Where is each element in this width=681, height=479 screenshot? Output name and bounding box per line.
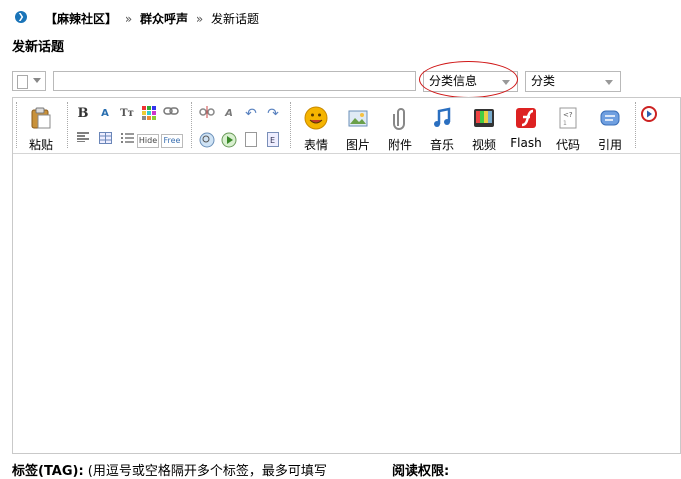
font-size-icon[interactable]: Tт: [119, 106, 135, 122]
video-button[interactable]: 视频: [466, 106, 502, 153]
page-icon[interactable]: [243, 132, 259, 148]
media-player-icon[interactable]: [641, 106, 657, 122]
code-label: 代码: [555, 138, 580, 152]
paste-button[interactable]: 粘贴: [23, 106, 59, 153]
toolbar-divider: [635, 102, 636, 148]
breadcrumb-separator: »: [195, 12, 204, 26]
chevron-down-icon: [33, 78, 41, 83]
undo-icon[interactable]: ↶: [243, 106, 259, 122]
subject-input[interactable]: [53, 71, 416, 91]
font-icon[interactable]: A: [97, 106, 113, 122]
zoom-icon[interactable]: [199, 132, 215, 148]
page-break-icon[interactable]: E: [265, 132, 281, 148]
chevron-down-icon: [605, 80, 613, 85]
breadcrumb-arrow-icon: ❯: [15, 11, 27, 23]
play-icon[interactable]: [221, 132, 237, 148]
svg-text:E: E: [270, 136, 275, 145]
smiley-icon: [304, 106, 328, 130]
remove-format-icon[interactable]: A: [221, 106, 237, 122]
breadcrumb-current: 发新话题: [211, 12, 260, 26]
hide-button[interactable]: Hide: [137, 134, 159, 148]
code-icon: <?1: [559, 107, 577, 129]
toolbar-divider: [290, 102, 291, 148]
attachment-button[interactable]: 附件: [382, 106, 418, 153]
music-button[interactable]: 音乐: [424, 106, 460, 153]
video-label: 视频: [471, 138, 496, 152]
category-select-value: 分类: [531, 74, 556, 88]
quote-button[interactable]: 引用: [592, 106, 628, 153]
bold-icon[interactable]: B: [75, 106, 91, 122]
breadcrumb-forum-link[interactable]: 【麻辣社区】: [45, 12, 117, 26]
breadcrumb-separator: »: [124, 12, 133, 26]
svg-text:<?: <?: [563, 111, 573, 119]
music-label: 音乐: [429, 138, 454, 152]
emoticon-label: 表情: [303, 138, 328, 152]
clipboard-icon: [31, 107, 51, 129]
image-label: 图片: [345, 138, 370, 152]
align-left-icon[interactable]: [75, 132, 91, 148]
paste-label: 粘贴: [28, 138, 53, 152]
free-button[interactable]: Free: [161, 134, 183, 148]
paperclip-icon: [393, 108, 405, 130]
toolbar-divider: [16, 102, 17, 148]
image-icon: [348, 110, 368, 127]
read-permission-label: 阅读权限:: [392, 464, 450, 479]
video-icon: [474, 109, 494, 127]
table-icon[interactable]: [97, 132, 113, 148]
tag-label: 标签(TAG): (用逗号或空格隔开多个标签，最多可填写: [12, 460, 327, 479]
code-button[interactable]: <? 1 代码: [550, 106, 586, 153]
post-editor[interactable]: 粘贴 B A Tт Hide Free A ↶ ↷ E 表情 图片 附件 音乐 …: [12, 97, 681, 454]
music-note-icon: [434, 107, 451, 127]
page-title: 发新话题: [12, 40, 65, 55]
toolbar-divider: [191, 102, 192, 148]
svg-text:1: 1: [563, 120, 567, 127]
emoticon-button[interactable]: 表情: [298, 106, 334, 153]
color-icon[interactable]: [141, 106, 157, 122]
flash-icon: [516, 108, 536, 128]
flash-button[interactable]: Flash: [508, 106, 544, 150]
redo-icon[interactable]: ↷: [265, 106, 281, 122]
attachment-label: 附件: [387, 138, 412, 152]
document-icon: [17, 75, 28, 89]
editor-toolbar: 粘贴 B A Tт Hide Free A ↶ ↷ E 表情 图片 附件 音乐 …: [13, 98, 680, 154]
post-icon-select[interactable]: [12, 71, 46, 91]
quote-label: 引用: [597, 138, 622, 152]
image-button[interactable]: 图片: [340, 106, 376, 153]
highlight-oval: [419, 61, 518, 98]
category-select[interactable]: 分类: [525, 71, 621, 92]
breadcrumb: 【麻辣社区】 » 群众呼声 » 发新话题: [45, 10, 259, 27]
link-icon[interactable]: [163, 106, 179, 122]
quote-icon: [600, 110, 620, 126]
toolbar-divider: [67, 102, 68, 148]
flash-label: Flash: [510, 136, 542, 150]
list-icon[interactable]: [119, 132, 135, 148]
breadcrumb-board-link[interactable]: 群众呼声: [140, 12, 188, 26]
unlink-icon[interactable]: [199, 106, 215, 122]
